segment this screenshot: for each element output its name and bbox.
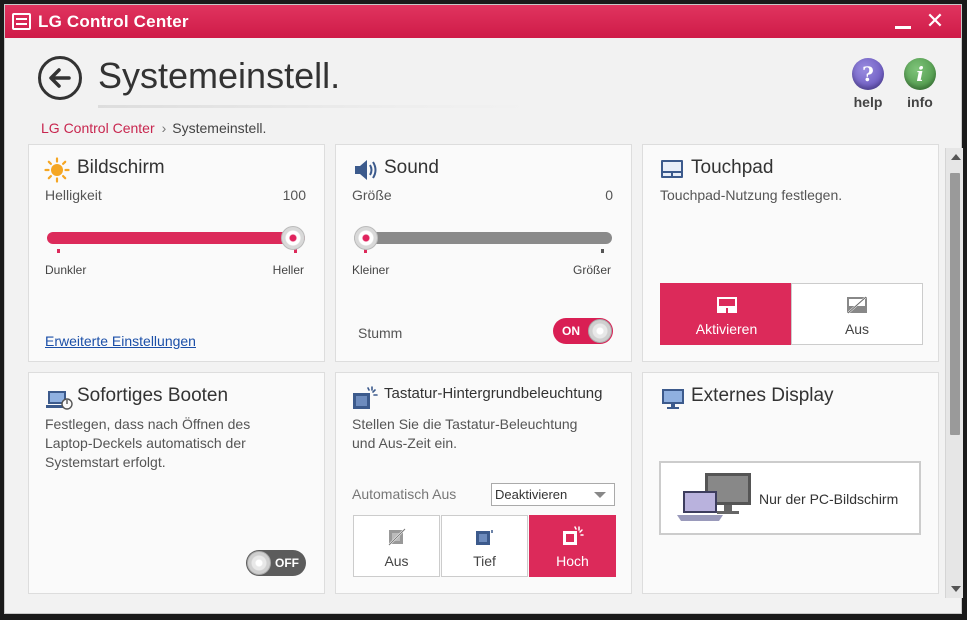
help-label: help: [853, 94, 883, 110]
help-button[interactable]: ? help: [848, 58, 888, 110]
laptop-power-icon: [46, 391, 73, 410]
app-window: LG Control Center ✕ Systemeinstell. ? he…: [4, 4, 963, 614]
size-min-label: Kleiner: [352, 263, 390, 277]
tastatur-description: Stellen Sie die Tastatur-Beleuchtung und…: [352, 415, 577, 453]
breadcrumb-current: Systemeinstell.: [172, 120, 267, 136]
advanced-settings-link[interactable]: Erweiterte Einstellungen: [45, 333, 196, 349]
pc-screen-only-button[interactable]: Nur der PC-Bildschirm: [659, 461, 921, 535]
touchpad-enable-label: Aktivieren: [695, 321, 758, 337]
info-icon: i: [904, 58, 936, 90]
keylight-off-icon: [387, 528, 406, 546]
mute-toggle-label: ON: [562, 324, 580, 338]
title-bar: LG Control Center ✕: [5, 5, 961, 38]
pc-screen-icon: [677, 473, 751, 521]
brightness-label: Helligkeit: [45, 187, 102, 203]
keylight-high-label: Hoch: [556, 553, 589, 569]
keylight-low-label: Tief: [473, 553, 496, 569]
minimize-button[interactable]: [889, 7, 915, 35]
bildschirm-title: Bildschirm: [77, 157, 165, 178]
speaker-icon: [355, 160, 377, 180]
brightness-min-label: Dunkler: [45, 263, 87, 277]
chevron-down-icon: [594, 492, 606, 498]
sound-title: Sound: [384, 157, 439, 178]
brightness-max-label: Heller: [272, 263, 304, 277]
brightness-slider-track[interactable]: [47, 232, 305, 244]
tastatur-description-line-2: und Aus-Zeit ein.: [352, 435, 458, 451]
touchpad-title: Touchpad: [691, 157, 774, 178]
pc-screen-only-label: Nur der PC-Bildschirm: [759, 491, 899, 507]
keylight-low-button[interactable]: Tief: [441, 515, 528, 577]
sound-card: Sound Größe 0 Kleiner Größer Stumm ON: [335, 144, 632, 362]
monitor-icon: [662, 389, 684, 409]
keyboard-light-icon: [353, 386, 378, 409]
booten-title: Sofortiges Booten: [77, 385, 229, 406]
info-button[interactable]: i info: [900, 58, 940, 110]
window-title: LG Control Center: [38, 12, 189, 31]
auto-off-select[interactable]: Deaktivieren: [491, 483, 615, 506]
touchpad-icon: [661, 160, 683, 178]
chevron-right-icon: ›: [161, 120, 167, 136]
size-max-label: Größer: [572, 263, 611, 277]
tastatur-description-line-1: Stellen Sie die Tastatur-Beleuchtung: [352, 416, 578, 432]
booten-description-line-2: Laptop-Deckels automatisch der: [45, 435, 246, 451]
bildschirm-card: Bildschirm Helligkeit 100 Dunkler Heller…: [28, 144, 325, 362]
touchpad-description: Touchpad-Nutzung festlegen.: [660, 187, 843, 203]
keylight-high-button[interactable]: Hoch: [529, 515, 616, 577]
booten-description-line-3: Systemstart erfolgt.: [45, 454, 166, 470]
keylight-high-icon: [562, 526, 584, 545]
size-label: Größe: [352, 187, 392, 203]
touchpad-card: Touchpad Touchpad-Nutzung festlegen. Akt…: [642, 144, 939, 362]
question-icon: ?: [852, 58, 884, 90]
instant-boot-toggle[interactable]: OFF: [246, 550, 306, 576]
touchpad-off-label: Aus: [844, 321, 870, 337]
back-button[interactable]: [38, 56, 82, 100]
size-value: 0: [605, 187, 613, 203]
mute-label: Stumm: [358, 325, 403, 341]
close-button[interactable]: ✕: [921, 7, 949, 35]
booten-description: Festlegen, dass nach Öffnen des Laptop-D…: [45, 415, 250, 472]
title-divider: [98, 105, 538, 108]
scroll-up-arrow-icon[interactable]: [951, 154, 961, 160]
booten-card: Sofortiges Booten Festlegen, dass nach Ö…: [28, 372, 325, 594]
touchpad-on-icon: [716, 297, 737, 313]
sun-icon: [44, 157, 70, 183]
tastatur-card: Tastatur-Hintergrundbeleuchtung Stellen …: [335, 372, 632, 594]
size-slider-knob[interactable]: [354, 226, 378, 250]
display-card: Externes Display Nur der PC-Bildschirm: [642, 372, 939, 594]
scrollbar-thumb[interactable]: [950, 173, 960, 435]
brightness-slider-knob[interactable]: [281, 226, 305, 250]
brightness-value: 100: [282, 187, 306, 203]
instant-boot-toggle-label: OFF: [275, 556, 299, 570]
main-scrollbar[interactable]: [945, 148, 963, 598]
page-title: Systemeinstell.: [98, 55, 341, 96]
keylight-low-icon: [475, 530, 493, 545]
tastatur-title: Tastatur-Hintergrundbeleuchtung: [384, 385, 603, 402]
booten-description-line-1: Festlegen, dass nach Öffnen des: [45, 416, 251, 432]
size-slider-track[interactable]: [354, 232, 612, 244]
keylight-off-label: Aus: [384, 553, 409, 569]
auto-off-label: Automatisch Aus: [352, 486, 457, 502]
breadcrumb-root[interactable]: LG Control Center: [41, 120, 155, 136]
toggle-knob-icon: [588, 319, 612, 343]
app-logo-icon: [12, 13, 31, 30]
toggle-knob-icon: [247, 551, 271, 575]
brightness-min-tick: [57, 249, 60, 253]
scroll-down-arrow-icon[interactable]: [951, 586, 961, 592]
arrow-left-icon: [49, 68, 71, 88]
mute-toggle[interactable]: ON: [553, 318, 613, 344]
size-max-tick: [601, 249, 604, 253]
info-label: info: [907, 94, 933, 110]
breadcrumb: LG Control Center › Systemeinstell.: [41, 120, 266, 136]
keylight-off-button[interactable]: Aus: [353, 515, 440, 577]
touchpad-off-icon: [847, 296, 867, 314]
touchpad-off-button[interactable]: Aus: [791, 283, 923, 345]
touchpad-enable-button[interactable]: Aktivieren: [660, 283, 793, 345]
auto-off-value: Deaktivieren: [495, 487, 568, 502]
display-title: Externes Display: [691, 385, 834, 406]
